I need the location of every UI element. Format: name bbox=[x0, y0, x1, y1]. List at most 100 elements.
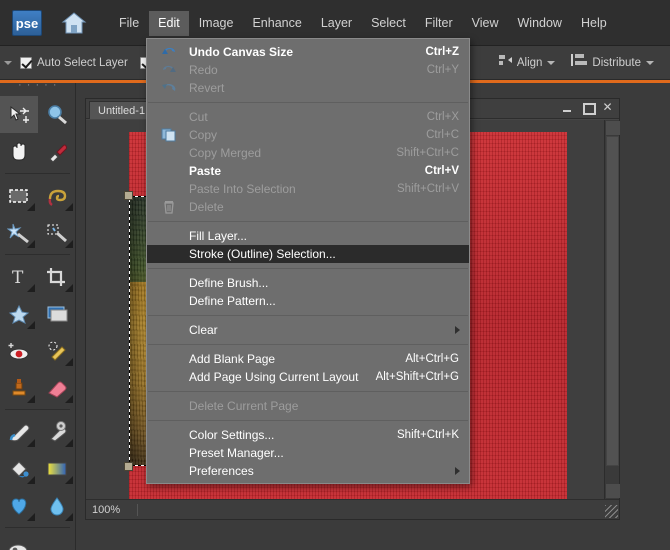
clone-stamp-tool[interactable] bbox=[0, 369, 38, 406]
menu-item-color-settings[interactable]: Color Settings... Shift+Ctrl+K bbox=[147, 426, 469, 444]
options-bar-handle[interactable] bbox=[0, 46, 16, 80]
eraser-tool[interactable] bbox=[38, 369, 76, 406]
menu-select[interactable]: Select bbox=[362, 11, 415, 36]
menu-item-add-page-using-current-layout[interactable]: Add Page Using Current Layout Alt+Shift+C… bbox=[147, 368, 469, 386]
brush-tool[interactable] bbox=[0, 413, 38, 450]
rectangular-marquee-tool[interactable] bbox=[0, 177, 38, 214]
menu-separator bbox=[148, 344, 468, 345]
menu-item-redo[interactable]: Redo Ctrl+Y bbox=[147, 61, 469, 79]
menu-item-shortcut: Ctrl+X bbox=[426, 111, 459, 123]
move-tool[interactable] bbox=[0, 96, 38, 133]
zoom-level-field[interactable]: 100% bbox=[86, 503, 138, 516]
photoshop-elements-window: pse File Edit Image Enhance Layer Select Filte… bbox=[0, 0, 670, 550]
menu-item-paste-into-selection[interactable]: Paste Into Selection Shift+Ctrl+V bbox=[147, 180, 469, 198]
gradient-tool[interactable] bbox=[38, 450, 76, 487]
zoom-tool[interactable] bbox=[38, 96, 76, 133]
menu-item-shortcut: Ctrl+V bbox=[424, 165, 459, 177]
close-button[interactable]: ✕ bbox=[602, 101, 613, 114]
transform-handle-bottom-left[interactable] bbox=[124, 462, 133, 471]
menu-help[interactable]: Help bbox=[572, 11, 616, 36]
minimize-button[interactable] bbox=[562, 102, 573, 114]
healing-brush-tool[interactable] bbox=[38, 332, 76, 369]
menu-item-label: Copy Merged bbox=[189, 146, 262, 160]
type-tool[interactable]: T bbox=[0, 258, 38, 295]
menu-filter[interactable]: Filter bbox=[416, 11, 462, 36]
revert-icon bbox=[161, 81, 177, 95]
menu-item-label: Revert bbox=[189, 81, 225, 95]
paint-bucket-tool[interactable] bbox=[0, 450, 38, 487]
quick-selection-tool[interactable] bbox=[38, 214, 76, 251]
menu-enhance[interactable]: Enhance bbox=[243, 11, 310, 36]
resize-grip[interactable] bbox=[605, 505, 618, 518]
menu-separator bbox=[148, 102, 468, 103]
align-label: Align bbox=[516, 56, 543, 69]
menu-item-label: Color Settings... bbox=[189, 428, 275, 442]
copy-icon bbox=[161, 128, 177, 142]
auto-select-layer-label: Auto Select Layer bbox=[37, 56, 128, 69]
toolbox-drag-handle[interactable] bbox=[0, 79, 75, 96]
menu-separator bbox=[148, 391, 468, 392]
menu-item-delete[interactable]: Delete bbox=[147, 198, 469, 216]
transform-handle-top-left[interactable] bbox=[124, 191, 133, 200]
menu-item-undo-canvas-size[interactable]: Undo Canvas Size Ctrl+Z bbox=[147, 43, 469, 61]
pse-logo: pse bbox=[12, 10, 42, 36]
shape-tool[interactable] bbox=[0, 487, 38, 524]
menu-separator bbox=[148, 268, 468, 269]
menu-item-fill-layer[interactable]: Fill Layer... bbox=[147, 227, 469, 245]
vertical-scroll-thumb[interactable] bbox=[606, 136, 619, 466]
toolbox-group-selection bbox=[0, 96, 75, 170]
menu-item-preset-manager[interactable]: Preset Manager... bbox=[147, 444, 469, 462]
vertical-scrollbar[interactable] bbox=[604, 120, 620, 499]
menu-item-shortcut: Shift+Ctrl+C bbox=[396, 147, 459, 159]
menu-image[interactable]: Image bbox=[190, 11, 243, 36]
distribute-icon bbox=[571, 53, 588, 72]
smart-brush-tool[interactable] bbox=[38, 413, 76, 450]
sponge-tool[interactable] bbox=[0, 531, 38, 550]
menu-item-shortcut: Shift+Ctrl+V bbox=[397, 183, 459, 195]
menu-view[interactable]: View bbox=[463, 11, 508, 36]
menu-item-delete-current-page[interactable]: Delete Current Page bbox=[147, 397, 469, 415]
align-button[interactable]: Align bbox=[498, 54, 556, 72]
menu-item-copy-merged[interactable]: Copy Merged Shift+Ctrl+C bbox=[147, 144, 469, 162]
lasso-tool[interactable] bbox=[38, 177, 76, 214]
home-icon[interactable] bbox=[60, 9, 88, 37]
menu-edit[interactable]: Edit bbox=[149, 10, 189, 36]
toolbox-divider bbox=[5, 254, 70, 255]
menu-item-preferences[interactable]: Preferences bbox=[147, 462, 469, 480]
menu-item-copy[interactable]: Copy Ctrl+C bbox=[147, 126, 469, 144]
menu-item-label: Fill Layer... bbox=[189, 229, 248, 243]
menu-item-clear[interactable]: Clear bbox=[147, 321, 469, 339]
magic-wand-tool[interactable] bbox=[0, 214, 38, 251]
eyedropper-tool[interactable] bbox=[38, 133, 76, 170]
crop-tool[interactable] bbox=[38, 258, 76, 295]
menu-item-label: Paste Into Selection bbox=[189, 182, 296, 196]
menu-file[interactable]: File bbox=[110, 11, 148, 36]
blur-tool[interactable] bbox=[38, 487, 76, 524]
menu-item-revert[interactable]: Revert bbox=[147, 79, 469, 97]
menu-separator bbox=[148, 420, 468, 421]
menu-item-paste[interactable]: Paste Ctrl+V bbox=[147, 162, 469, 180]
toolbox-group-select2 bbox=[0, 177, 75, 251]
menu-item-shortcut: Alt+Ctrl+G bbox=[405, 353, 459, 365]
distribute-button[interactable]: Distribute bbox=[571, 53, 654, 72]
cookie-cutter-tool[interactable] bbox=[0, 295, 38, 332]
menu-item-add-blank-page[interactable]: Add Blank Page Alt+Ctrl+G bbox=[147, 350, 469, 368]
menu-item-define-pattern[interactable]: Define Pattern... bbox=[147, 292, 469, 310]
toolbox-divider bbox=[5, 409, 70, 410]
menu-item-shortcut: Ctrl+C bbox=[426, 129, 459, 141]
menu-item-cut[interactable]: Cut Ctrl+X bbox=[147, 108, 469, 126]
straighten-tool[interactable] bbox=[38, 295, 76, 332]
scroll-down-arrow[interactable] bbox=[606, 484, 620, 498]
menu-layer[interactable]: Layer bbox=[312, 11, 361, 36]
scroll-up-arrow[interactable] bbox=[606, 121, 620, 135]
auto-select-layer-checkbox[interactable]: Auto Select Layer bbox=[20, 56, 128, 69]
chevron-down-icon bbox=[547, 60, 556, 65]
menu-window[interactable]: Window bbox=[509, 11, 571, 36]
menu-item-stroke-outline-selection[interactable]: Stroke (Outline) Selection... bbox=[147, 245, 469, 263]
menu-item-label: Preset Manager... bbox=[189, 446, 284, 460]
menu-item-label: Add Page Using Current Layout bbox=[189, 370, 359, 384]
menu-item-define-brush[interactable]: Define Brush... bbox=[147, 274, 469, 292]
hand-tool[interactable] bbox=[0, 133, 38, 170]
red-eye-removal-tool[interactable] bbox=[0, 332, 38, 369]
maximize-button[interactable] bbox=[582, 102, 596, 115]
